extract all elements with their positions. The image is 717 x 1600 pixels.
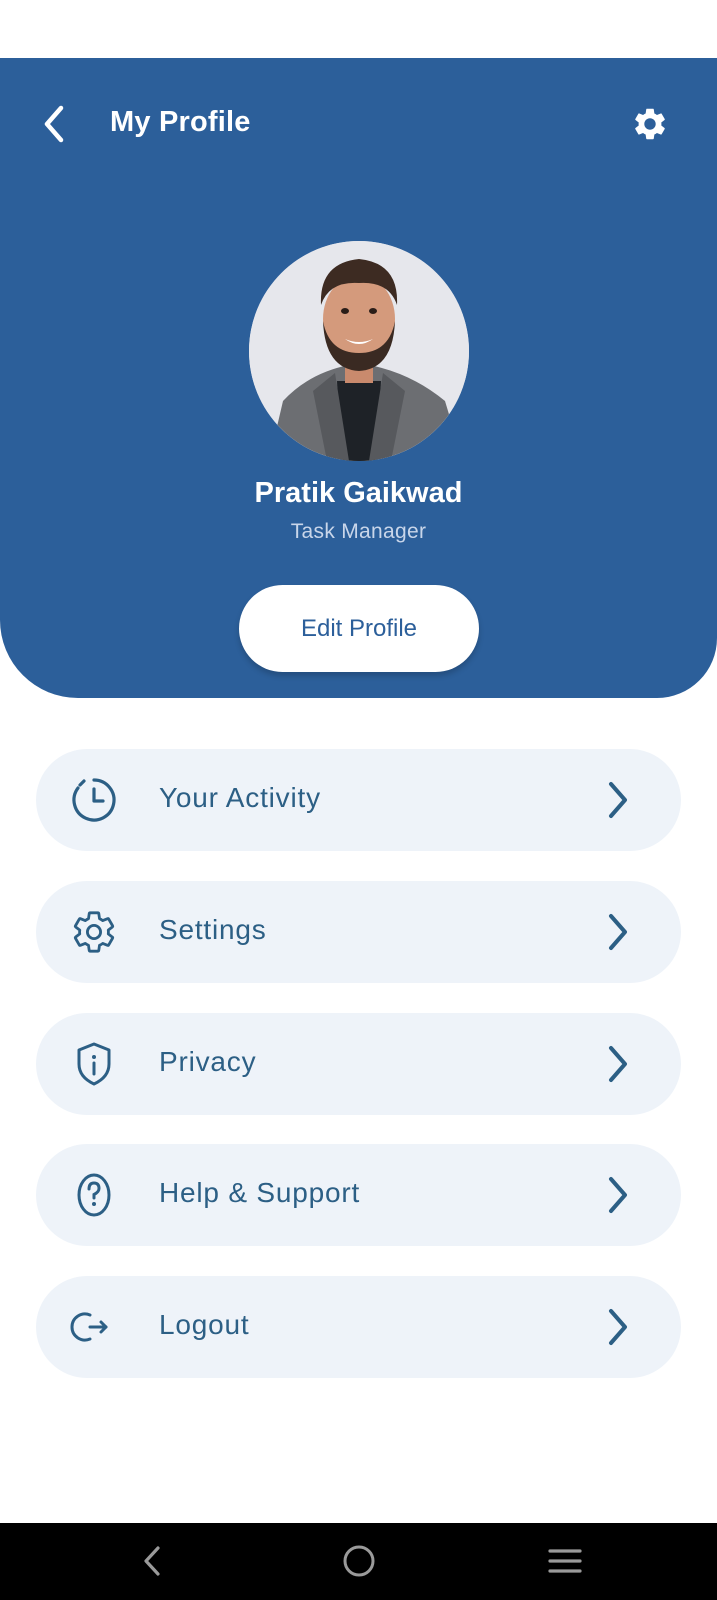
system-home-button[interactable] bbox=[337, 1541, 381, 1581]
chevron-left-icon bbox=[44, 105, 64, 143]
chevron-right-icon bbox=[598, 1307, 638, 1347]
clock-icon bbox=[70, 776, 118, 824]
menu-item-label: Help & Support bbox=[159, 1177, 361, 1208]
chevron-right-icon bbox=[598, 912, 638, 952]
menu-item-help-support[interactable]: Help & Support bbox=[36, 1144, 681, 1246]
chevron-right-icon bbox=[598, 1044, 638, 1084]
edit-profile-button[interactable]: Edit Profile bbox=[239, 585, 479, 672]
avatar bbox=[249, 241, 469, 461]
avatar-photo bbox=[249, 241, 469, 461]
page-title: My Profile bbox=[110, 106, 251, 138]
menu-item-label: Settings bbox=[159, 914, 267, 945]
system-nav-bar bbox=[0, 1523, 717, 1600]
user-role: Task Manager bbox=[290, 520, 427, 543]
menu-item-logout[interactable]: Logout bbox=[36, 1276, 681, 1378]
menu-item-your-activity[interactable]: Your Activity bbox=[36, 749, 681, 851]
menu-icon bbox=[548, 1549, 582, 1573]
menu-item-privacy[interactable]: Privacy bbox=[36, 1013, 681, 1115]
back-button[interactable] bbox=[34, 102, 74, 146]
help-circle-icon bbox=[70, 1171, 118, 1219]
chevron-right-icon bbox=[598, 1175, 638, 1215]
back-icon bbox=[144, 1546, 160, 1576]
menu-item-label: Privacy bbox=[159, 1046, 257, 1077]
logout-icon bbox=[70, 1303, 118, 1351]
menu-item-label: Your Activity bbox=[159, 782, 321, 813]
system-recents-button[interactable] bbox=[543, 1541, 587, 1581]
chevron-right-icon bbox=[598, 780, 638, 820]
status-bar bbox=[0, 0, 717, 58]
shield-info-icon bbox=[70, 1040, 118, 1088]
menu-item-label: Logout bbox=[159, 1309, 250, 1340]
gear-icon bbox=[635, 108, 665, 140]
settings-button[interactable] bbox=[630, 104, 670, 144]
menu-item-settings[interactable]: Settings bbox=[36, 881, 681, 983]
user-name: Pratik Gaikwad bbox=[254, 477, 463, 509]
system-back-button[interactable] bbox=[130, 1541, 174, 1581]
gear-icon bbox=[70, 908, 118, 956]
home-icon bbox=[343, 1545, 375, 1577]
